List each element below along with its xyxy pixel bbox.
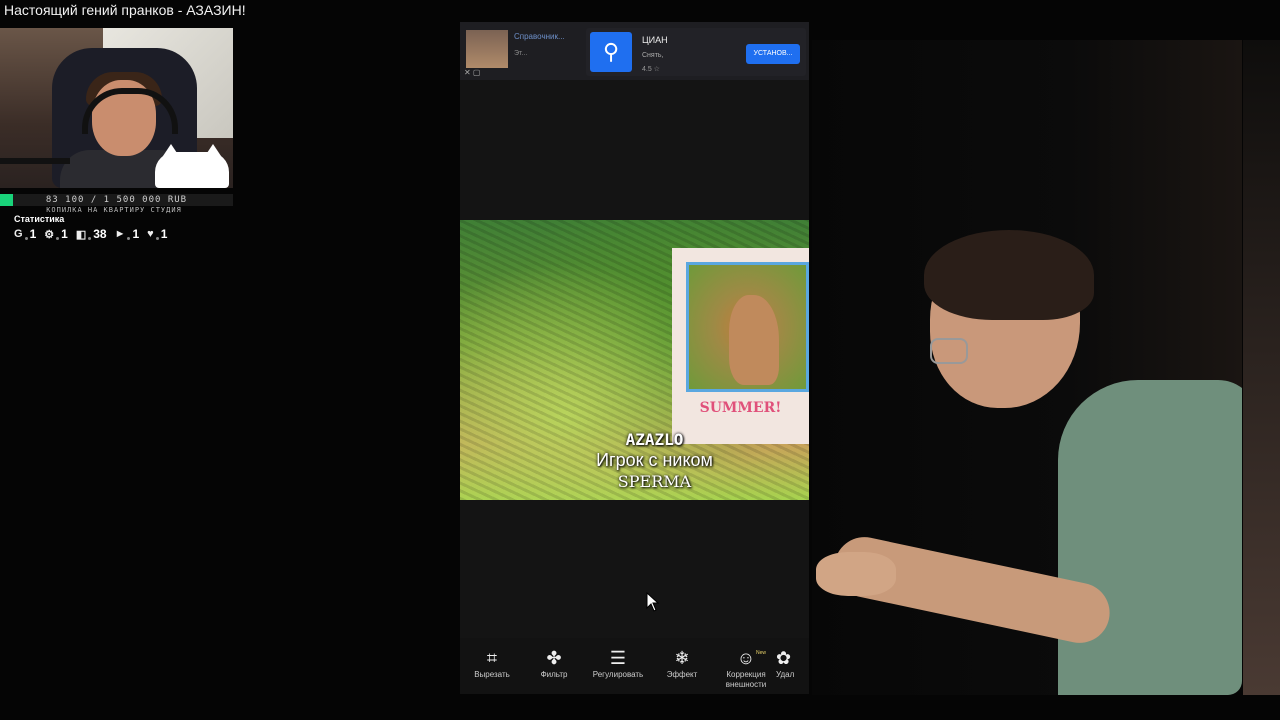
gear-icon: ⚙ [44,228,55,241]
cian-logo-icon: ⚲ [590,32,632,72]
background-edge [1243,40,1280,695]
twitch-icon: ◧ [75,228,87,241]
face-correction-icon: ☺ [736,648,756,668]
streamer-webcam [0,28,233,188]
ad-banner[interactable]: Справочник... Эт... ✕ ▢ ⚲ ЦИАН Снять, 4.… [460,22,809,80]
donation-goal-amount: 83 100 / 1 500 000 RUB [45,195,188,205]
tool-effect[interactable]: ❄ Эффект [652,646,712,680]
heart-icon: ♥ [147,228,154,240]
postcard: SUMMER! [672,248,809,444]
caption-line-2: Игрок с ником [596,450,713,470]
ad-rating: 4.5 ☆ [642,66,660,73]
trovo-icon: ► [114,228,126,240]
glasses-icon [930,338,968,364]
stat-trovo: ► 1 [115,227,140,241]
filter-icon: ✤ [546,648,562,668]
tool-crop[interactable]: ⌗ Вырезать [462,646,522,680]
tool-adjust[interactable]: ☰ Регулировать [588,646,648,680]
tool-label: Регулировать [592,670,644,679]
postcard-text: SUMMER! [699,400,782,416]
caption-line-1: AZAZLO [625,430,684,449]
phone-screen: Справочник... Эт... ✕ ▢ ⚲ ЦИАН Снять, 4.… [460,22,809,694]
tool-remove[interactable]: ✿ Удал [776,646,809,680]
stat-value: 1 [29,227,37,241]
crop-icon: ⌗ [486,648,498,668]
new-badge: New [756,650,767,656]
person-hair [924,230,1094,320]
tool-label: Коррекция внешности [725,670,767,689]
cat-sticker-icon [155,144,229,188]
tool-face-correction[interactable]: ☺ New Коррекция внешности [716,646,776,690]
ad-thumbnail[interactable] [466,30,508,68]
stats-row: G 1 ⚙ 1 ◧ 38 ► 1 ♥ 1 [14,227,167,241]
ad-card[interactable]: ⚲ ЦИАН Снять, 4.5 ☆ УСТАНОВ... [586,28,806,76]
ad-install-button[interactable]: УСТАНОВ... [746,44,800,64]
person-shirt [1058,380,1242,695]
caption-line-3: SPERMA [617,472,692,491]
remove-icon: ✿ [776,648,792,668]
tool-label: Удал [776,670,795,679]
stat-g: G 1 [14,227,36,241]
stat-value: 1 [61,227,68,241]
tool-label: Эффект [666,670,698,679]
ad-app-subtitle: Снять, [642,52,664,59]
person-hand [816,552,896,596]
editor-toolbar: ⌗ Вырезать ✤ Фильтр ☰ Регулировать ❄ Эфф… [460,638,809,694]
ad-app-name: ЦИАН [642,35,668,45]
tool-filter[interactable]: ✤ Фильтр [524,646,584,680]
donation-goal-label: КОПИЛКА НА КВАРТИРУ СТУДИЯ [46,206,182,214]
stats-title: Статистика [14,214,65,224]
ad-left-title: Справочник... [514,32,565,41]
stat-value: 38 [93,227,107,241]
stat-twitch: ◧ 38 [76,227,107,241]
adjust-icon: ☰ [609,648,627,668]
ad-close-icon[interactable]: ✕ ▢ [464,68,480,77]
stat-heart: ♥ 1 [147,227,167,241]
effect-icon: ❄ [674,648,690,668]
stat-gear: ⚙ 1 [44,227,68,241]
tool-label: Фильтр [540,670,568,679]
video-title: Настоящий гений пранков - АЗАЗИН! [4,2,246,18]
g-icon: G [14,228,23,240]
stat-value: 1 [132,227,140,241]
stat-value: 1 [160,227,168,241]
edited-photo[interactable]: SUMMER! AZAZLO Игрок с ником SPERMA [460,220,809,500]
reaction-video [812,40,1242,695]
ad-left-subtitle: Эт... [514,50,528,57]
tool-label: Вырезать [474,670,510,679]
kangaroo-image [729,295,779,385]
